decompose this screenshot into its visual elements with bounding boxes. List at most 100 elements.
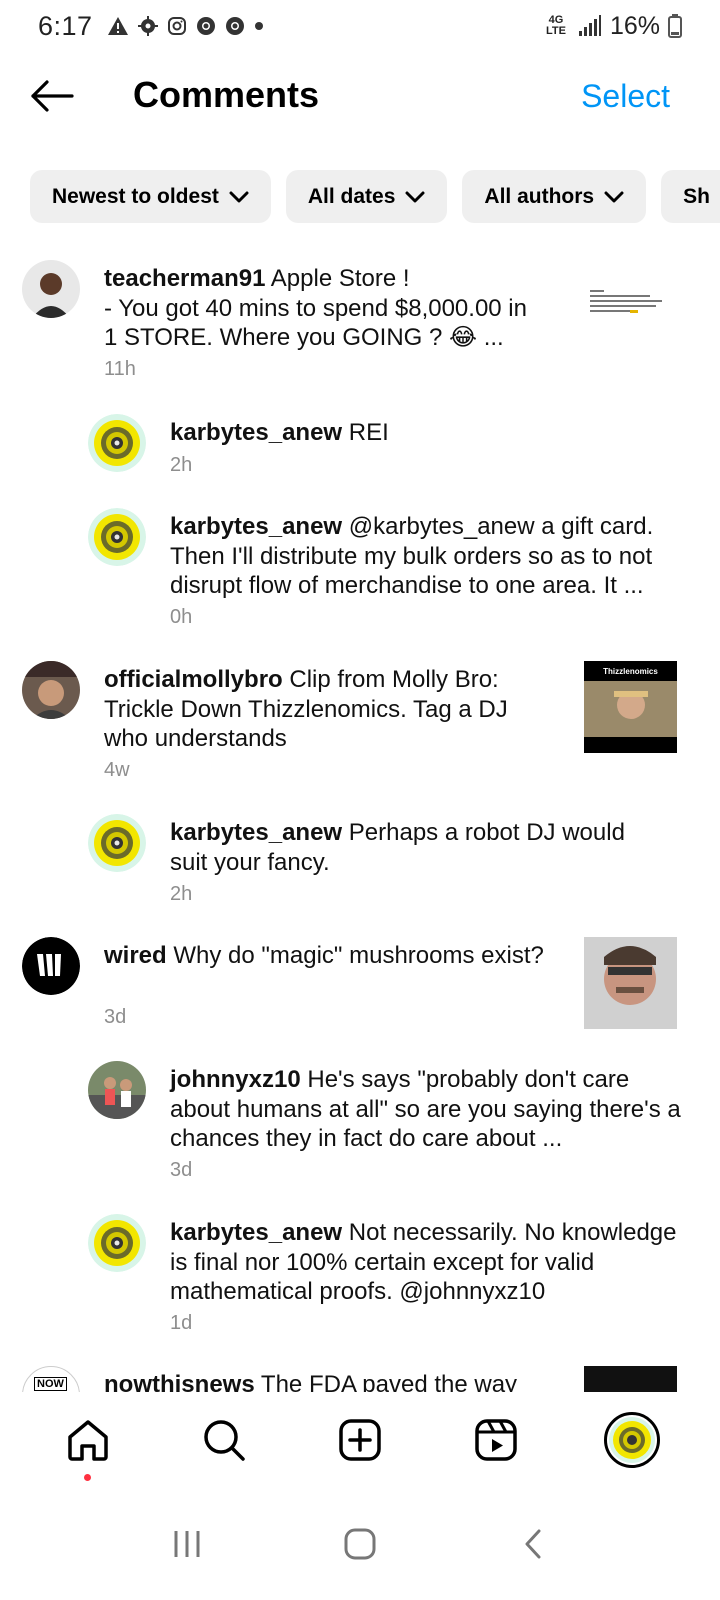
arrow-left-icon [31,80,74,112]
network-type-label: 4G LTE [545,14,566,37]
video-frame-icon [584,937,677,1029]
comment-username[interactable]: johnnyxz10 [170,1066,301,1093]
spiral-avatar-icon [88,508,146,566]
comment-body: REI [342,419,389,446]
avatar[interactable] [88,1061,146,1119]
comment-text: karbytes_anew Not necessarily. No knowle… [170,1218,690,1307]
status-time: 6:17 [38,10,93,41]
spiral-avatar-icon [88,414,146,472]
back-button[interactable] [28,76,76,116]
instagram-icon [167,17,186,35]
home-button[interactable] [330,1514,390,1574]
date-filter-label: All dates [307,184,396,208]
comment-username[interactable]: karbytes_anew [170,419,342,446]
comment-timestamp: 0h [170,606,193,628]
comment-text: karbytes_anew REI [170,418,685,448]
comment-item[interactable]: officialmollybro Clip from Molly Bro: Tr… [0,661,720,786]
reply-item[interactable]: johnnyxz10 He's says "probably don't car… [0,1061,720,1191]
comment-username[interactable]: officialmollybro [104,666,283,693]
comment-username[interactable]: karbytes_anew [170,1219,342,1246]
notification-dot [84,1473,91,1481]
comment-text: teacherman91 Apple Store ! - You got 40 … [104,264,544,353]
comment-text: nowthisnews The FDA paved the way [104,1370,544,1392]
status-notification-icons [107,16,264,36]
reply-item[interactable]: karbytes_anew Not necessarily. No knowle… [0,1214,720,1344]
comment-username[interactable]: karbytes_anew [170,513,342,540]
comment-item[interactable]: teacherman91 Apple Store ! - You got 40 … [0,260,720,385]
text-post-image-icon [584,260,677,350]
reply-item[interactable]: karbytes_anew Perhaps a robot DJ would s… [0,814,720,914]
battery-percent: 16% [609,11,660,40]
post-thumbnail[interactable] [584,1366,677,1392]
home-icon [68,1419,108,1461]
system-navigation [0,1487,720,1600]
settings-gear-icon [137,16,158,36]
post-thumbnail[interactable] [584,260,677,350]
show-filter-label: Sh [683,184,710,208]
post-thumbnail[interactable]: Thizzlenomics [584,661,677,753]
avatar[interactable] [88,1214,146,1272]
signal-strength-icon [578,15,601,36]
comment-list[interactable]: teacherman91 Apple Store ! - You got 40 … [0,250,720,1392]
user-photo-icon [88,1061,146,1119]
chevron-left-icon [525,1529,541,1558]
sort-order-label: Newest to oldest [52,184,219,208]
comment-item[interactable]: NOW nowthisnews The FDA paved the way [0,1366,720,1392]
spiral-avatar-icon [88,814,146,872]
comment-body: Why do "magic" mushrooms exist? [166,942,544,969]
avatar[interactable] [88,814,146,872]
comment-timestamp: 2h [170,454,193,476]
battery-icon [668,14,682,38]
comment-text: wired Why do "magic" mushrooms exist? [104,941,544,971]
sort-order-filter[interactable]: Newest to oldest [30,170,271,223]
search-icon [204,1419,245,1461]
user-photo-icon [22,661,80,719]
comment-timestamp: 2h [170,883,193,905]
avatar[interactable]: NOW [22,1366,80,1392]
chrome-icon [225,17,244,35]
comment-item[interactable]: wired Why do "magic" mushrooms exist? 3d [0,937,720,1037]
profile-avatar-icon [604,1411,660,1468]
more-notifications-dot-icon [254,22,263,30]
show-filter[interactable]: Sh [661,170,720,223]
nav-reels[interactable] [461,1405,531,1475]
post-thumbnail[interactable] [584,937,677,1029]
comment-username[interactable]: karbytes_anew [170,819,342,846]
comment-username[interactable]: nowthisnews [104,1371,255,1392]
comment-text: karbytes_anew Perhaps a robot DJ would s… [170,818,660,877]
reply-item[interactable]: karbytes_anew REI 2h [0,414,720,484]
select-button[interactable]: Select [581,78,670,115]
comments-header: Comments Select [0,62,720,132]
page-title: Comments [133,74,320,115]
comment-text: karbytes_anew @karbytes_anew a gift card… [170,512,690,601]
comment-body: The FDA paved the way [254,1371,518,1392]
back-system-button[interactable] [503,1514,563,1574]
nav-create[interactable] [325,1405,395,1475]
comment-username[interactable]: teacherman91 [104,265,265,292]
chrome-icon [196,17,215,35]
author-filter[interactable]: All authors [462,170,647,223]
avatar[interactable] [88,508,146,566]
avatar[interactable] [88,414,146,472]
status-bar: 6:17 4G LTE 16% [0,0,720,52]
create-icon [339,1418,381,1461]
filter-bar: Newest to oldest All dates All authors S… [30,170,720,223]
reels-icon [475,1418,517,1461]
reply-item[interactable]: karbytes_anew @karbytes_anew a gift card… [0,508,720,638]
nav-profile[interactable] [597,1405,667,1475]
status-right-icons: 4G LTE 16% [542,12,682,41]
avatar[interactable] [22,661,80,719]
comment-timestamp: 3d [170,1159,193,1181]
comment-text: johnnyxz10 He's says "probably don't car… [170,1065,690,1154]
nav-home[interactable] [53,1405,123,1481]
comment-username[interactable]: wired [104,942,167,969]
warning-icon [107,17,128,35]
wired-logo-icon [22,937,80,995]
comment-text: officialmollybro Clip from Molly Bro: Tr… [104,665,554,754]
recent-apps-button[interactable] [157,1514,217,1574]
avatar[interactable] [22,260,80,318]
avatar[interactable] [22,937,80,995]
date-filter[interactable]: All dates [285,170,448,223]
chevron-down-icon [229,191,249,202]
nav-search[interactable] [189,1405,259,1475]
